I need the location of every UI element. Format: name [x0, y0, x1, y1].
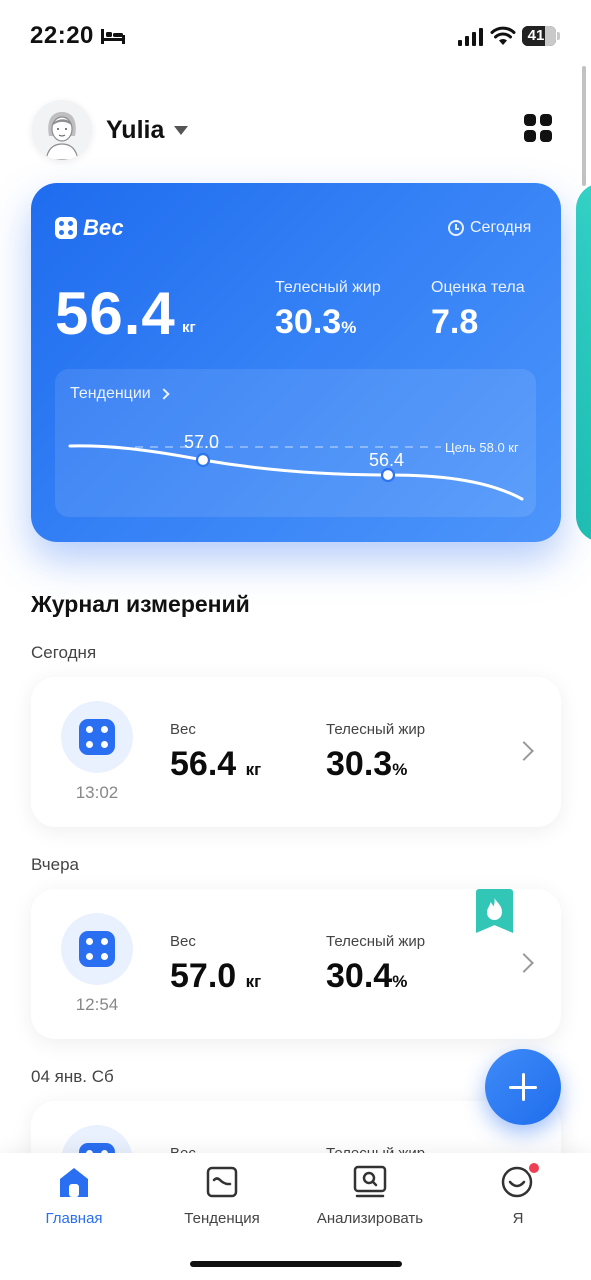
log-entry[interactable]: 13:02 Вес 56.4 кг Телесный жир 30.3%	[31, 677, 561, 827]
entry-fat-label: Телесный жир	[326, 721, 426, 738]
scale-icon	[61, 701, 133, 773]
trend-preview[interactable]: Тенденции 57.0 56.4 Цель 58.0 кг	[55, 369, 536, 517]
flame-badge-icon	[476, 889, 513, 933]
nav-label-profile: Я	[512, 1210, 524, 1227]
battery-level: 41	[527, 27, 545, 44]
entry-weight: 56.4 кг	[170, 745, 261, 784]
trend-point-label: 57.0	[184, 432, 220, 452]
bed-icon	[101, 29, 125, 44]
home-indicator[interactable]	[190, 1261, 402, 1267]
battery-icon: 41	[522, 26, 556, 46]
next-card-peek[interactable]	[576, 183, 591, 542]
avatar-illustration	[32, 100, 92, 160]
battery-tip	[557, 32, 560, 40]
day-label: Вчера	[31, 855, 79, 874]
entry-weight-label: Вес	[170, 933, 196, 950]
nav-label-trend: Тенденция	[184, 1210, 260, 1227]
body-score-label: Оценка тела	[431, 279, 525, 296]
day-label: 04 янв. Сб	[31, 1067, 114, 1086]
body-fat-value: 30.3%	[275, 303, 356, 342]
avatar[interactable]	[32, 100, 92, 160]
trend-point-label: 56.4	[369, 450, 405, 470]
dropdown-caret-icon[interactable]	[174, 126, 188, 135]
entry-fat-number: 30.4	[326, 957, 393, 995]
nav-item-trend[interactable]: Тенденция	[148, 1153, 296, 1243]
nav-label-analyze: Анализировать	[316, 1210, 424, 1227]
entry-fat-number: 30.3	[326, 745, 393, 783]
goal-label: Цель 58.0 кг	[445, 440, 519, 455]
status-time: 22:20	[30, 22, 94, 49]
entry-weight: 57.0 кг	[170, 957, 261, 996]
body-fat-unit: %	[341, 318, 357, 337]
day-label: Сегодня	[31, 643, 97, 662]
entry-weight-unit: кг	[245, 760, 262, 779]
entry-fat: 30.4%	[326, 957, 407, 996]
entry-weight-label: Вес	[170, 721, 196, 738]
apps-grid-icon[interactable]	[524, 114, 552, 142]
log-entry[interactable]: 12:54 Вес 57.0 кг Телесный жир 30.4%	[31, 889, 561, 1039]
current-weight-unit: кг	[182, 319, 196, 336]
entry-weight-unit: кг	[245, 972, 262, 991]
scale-icon	[55, 217, 77, 239]
entry-fat-label: Телесный жир	[326, 933, 426, 950]
nav-label-home: Главная	[45, 1210, 103, 1227]
status-bar: 22:20 41	[0, 0, 591, 70]
analyze-icon	[353, 1165, 387, 1198]
entry-weight-number: 57.0	[170, 957, 237, 995]
nav-item-analyze[interactable]: Анализировать	[296, 1153, 444, 1243]
entry-time: 12:54	[75, 995, 119, 1014]
log-title: Журнал измерений	[31, 591, 250, 617]
card-date: Сегодня	[470, 219, 532, 236]
home-icon	[60, 1168, 88, 1197]
wifi-icon	[490, 26, 516, 45]
trend-point	[195, 452, 211, 468]
entry-fat: 30.3%	[326, 745, 407, 784]
card-title: Вес	[83, 215, 124, 240]
clock-icon	[448, 220, 464, 236]
body-fat-number: 30.3	[275, 303, 342, 341]
nav-item-home[interactable]: Главная	[0, 1153, 148, 1243]
trend-icon	[206, 1166, 238, 1198]
notification-dot	[527, 1161, 541, 1175]
entry-weight-number: 56.4	[170, 745, 237, 783]
chevron-right-icon	[514, 741, 534, 761]
user-name[interactable]: Yulia	[106, 116, 164, 145]
body-score-value: 7.8	[431, 303, 479, 341]
scale-icon	[61, 913, 133, 985]
current-weight: 56.4	[55, 280, 176, 347]
entry-fat-unit: %	[392, 760, 408, 779]
signal-icon	[458, 28, 483, 46]
chevron-right-icon	[514, 953, 534, 973]
add-measurement-button[interactable]	[485, 1049, 561, 1125]
nav-item-profile[interactable]: Я	[444, 1153, 591, 1243]
body-fat-label: Телесный жир	[275, 279, 381, 296]
scroll-indicator[interactable]	[582, 66, 586, 186]
weight-summary-card[interactable]: Вес Сегодня 56.4 кг Телесный жир 30.3% О…	[31, 183, 561, 542]
entry-fat-unit: %	[392, 972, 408, 991]
entry-time: 13:02	[75, 783, 119, 802]
